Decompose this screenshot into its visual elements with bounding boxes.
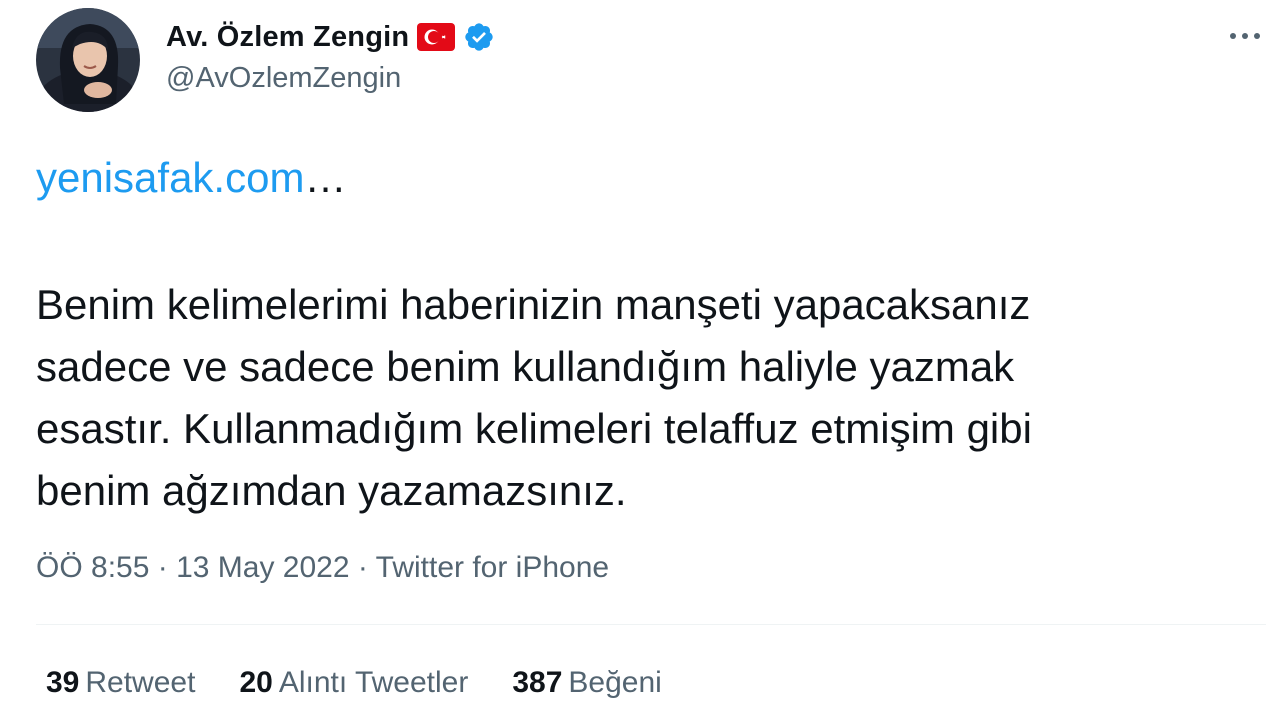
tweet-source[interactable]: Twitter for iPhone: [376, 551, 609, 584]
retweet-label: Retweet: [85, 666, 196, 699]
retweet-count-link[interactable]: 39 Retweet: [46, 663, 195, 703]
tweet-link-line: yenisafak.com…: [36, 152, 346, 204]
like-count: 387: [512, 666, 563, 699]
tweet-link[interactable]: yenisafak.com: [36, 154, 304, 201]
tweet-meta: ÖÖ 8:55 · 13 May 2022 · Twitter for iPho…: [36, 548, 609, 588]
divider: [36, 624, 1266, 625]
tweet-date[interactable]: 13 May 2022: [176, 551, 349, 584]
tweet-text: Benim kelimelerimi haberinizin manşeti y…: [36, 274, 1236, 522]
meta-separator: ·: [349, 551, 376, 584]
tweet-text-line: sadece ve sadece benim kullandığım haliy…: [36, 343, 1015, 390]
author-handle[interactable]: @AvOzlemZengin: [166, 62, 401, 95]
tweet-time[interactable]: ÖÖ 8:55: [36, 551, 149, 584]
avatar[interactable]: [36, 8, 140, 112]
verified-icon: [463, 21, 495, 53]
turkey-flag-icon: [417, 23, 456, 51]
like-label: Beğeni: [568, 666, 662, 699]
tweet-stats: 39 Retweet 20 Alıntı Tweetler 387 Beğeni: [46, 663, 662, 703]
link-ellipsis: …: [304, 154, 347, 201]
likes-link[interactable]: 387 Beğeni: [512, 663, 661, 703]
tweet-text-line: esastır. Kullanmadığım kelimeleri telaff…: [36, 405, 1032, 452]
tweet-text-line: benim ağzımdan yazamazsınız.: [36, 467, 627, 514]
retweet-count: 39: [46, 666, 80, 699]
quote-count: 20: [239, 666, 273, 699]
author-name-row: Av. Özlem Zengin: [166, 18, 495, 56]
more-horizontal-icon[interactable]: [1226, 22, 1264, 50]
quote-tweets-link[interactable]: 20 Alıntı Tweetler: [239, 663, 468, 703]
quote-label: Alıntı Tweetler: [278, 666, 469, 699]
meta-separator: ·: [149, 551, 177, 584]
tweet-text-line: Benim kelimelerimi haberinizin manşeti y…: [36, 281, 1031, 328]
display-name[interactable]: Av. Özlem Zengin: [166, 21, 409, 54]
tweet-card: Av. Özlem Zengin @AvOzlemZengin yenisafa…: [0, 0, 1280, 726]
